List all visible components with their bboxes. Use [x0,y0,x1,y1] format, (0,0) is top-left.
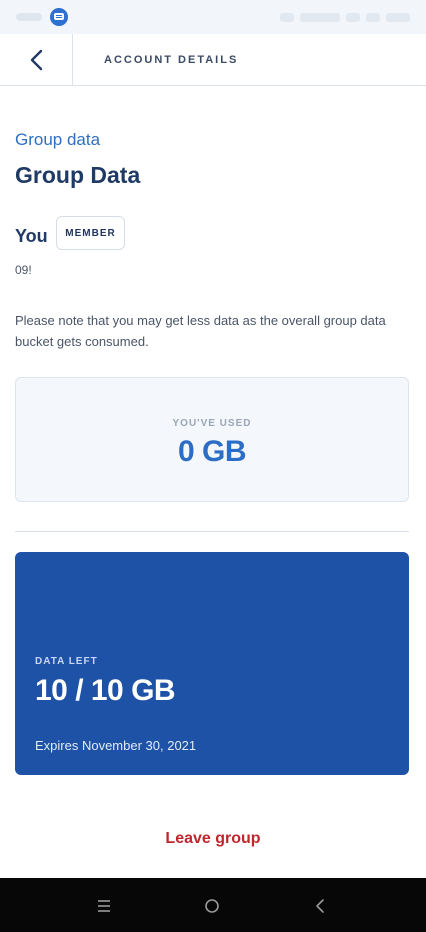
status-clock [16,13,42,21]
wifi-icon [346,12,360,22]
back-icon [316,899,324,913]
app-header: ACCOUNT DETAILS [0,34,426,86]
nav-back-button[interactable] [310,896,330,916]
data-used-label: YOU'VE USED [172,418,252,429]
header-title: ACCOUNT DETAILS [104,54,239,66]
home-icon [205,899,219,913]
data-left-value: 10 / 10 GB [35,674,176,707]
chevron-left-icon [30,49,43,71]
network-icon [300,12,340,22]
battery-icon [386,12,410,22]
status-icons [280,12,410,22]
page-title: Group Data [15,162,141,188]
you-label: You [15,226,48,246]
phone-number: 09! [15,263,32,277]
back-button[interactable] [0,34,73,86]
status-bar [0,0,426,34]
section-label: Group data [15,130,101,149]
nav-home-button[interactable] [202,896,222,916]
divider [15,531,409,532]
signal-icon [366,12,380,22]
expiry-date: Expires November 30, 2021 [35,738,197,753]
data-used-card: YOU'VE USED 0 GB [15,377,409,502]
data-used-value: 0 GB [177,435,247,468]
consumption-note: Please note that you may get less data a… [15,313,386,349]
nav-menu-button[interactable] [94,896,114,916]
signal-icon [280,12,294,22]
chat-icon [50,8,68,26]
status-left [16,8,68,26]
leave-group-button[interactable]: Leave group [0,830,426,848]
data-left-card: DATA LEFT 10 / 10 GB Expires November 30… [15,552,409,775]
menu-icon [98,900,110,912]
data-left-label: DATA LEFT [35,656,98,667]
member-badge: MEMBER [56,216,125,250]
system-nav-bar [0,878,426,932]
